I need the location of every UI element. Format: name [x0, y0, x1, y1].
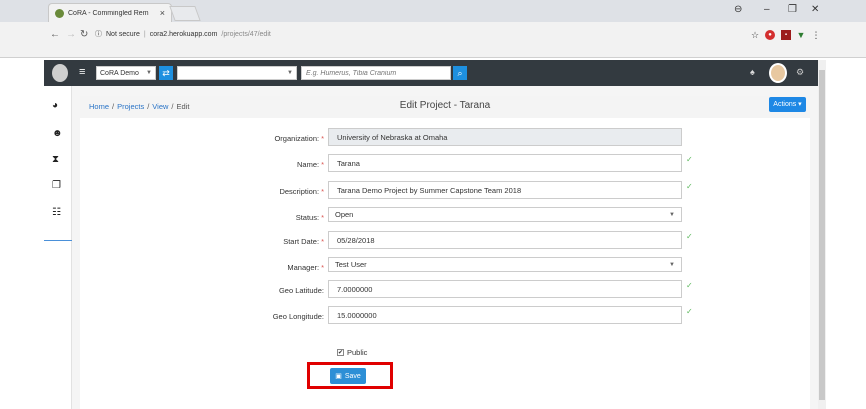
form-row-status: Status: * Open ▼	[80, 207, 810, 227]
start-date-label: Start Date: *	[283, 237, 324, 246]
rail-divider	[44, 240, 72, 241]
manager-select-value: Test User	[335, 260, 367, 269]
info-icon: ⓘ	[95, 31, 102, 38]
geo-longitude-input[interactable]: 15.0000000	[328, 306, 682, 324]
address-bar[interactable]: ⓘ Not secure | cora2.herokuapp.com/proje…	[95, 27, 745, 41]
url-host: cora2.herokuapp.com	[149, 30, 218, 38]
actions-button[interactable]: Actions ▾	[769, 97, 806, 112]
chevron-down-icon: ▼	[287, 70, 293, 76]
name-label: Name: *	[296, 160, 324, 169]
category-select[interactable]: ▼	[177, 66, 297, 80]
form-row-start-date: Start Date: * 05/28/2018 ✓	[80, 231, 810, 251]
not-secure-label: Not secure	[106, 30, 140, 38]
floppy-disk-icon: ▣	[335, 373, 342, 380]
chevron-down-icon: ▼	[146, 70, 152, 76]
copy-icon[interactable]: ❐	[52, 180, 61, 191]
description-input[interactable]: Tarana Demo Project by Summer Capstone T…	[328, 181, 682, 199]
chevron-down-icon: ▼	[669, 261, 675, 268]
manager-label: Manager: *	[287, 263, 324, 272]
swap-icon[interactable]: ⇄	[159, 66, 173, 80]
vue-extension-icon[interactable]: ▼	[796, 30, 806, 40]
browser-tab[interactable]: CoRA - Commingled Rem ×	[48, 3, 172, 22]
form-row-name: Name: * Tarana ✓	[80, 154, 810, 174]
form-row-geo-longitude: Geo Longitude: 15.0000000 ✓	[80, 306, 810, 326]
project-select[interactable]: CoRA Demo ▼	[96, 66, 156, 80]
hourglass-icon[interactable]: ⧗	[52, 154, 59, 165]
adblock-extension-icon[interactable]: ●	[765, 30, 775, 40]
status-select-value: Open	[335, 210, 354, 219]
dashboard-icon[interactable]: ◕	[52, 100, 58, 111]
edit-project-card: Home / Projects / View / Edit Edit Proje…	[80, 96, 810, 409]
bell-icon[interactable]: ♠	[750, 67, 755, 77]
form-row-manager: Manager: * Test User ▼	[80, 257, 810, 277]
geo-latitude-label: Geo Latitude:	[278, 286, 324, 295]
status-select[interactable]: Open ▼	[328, 207, 682, 222]
project-select-value: CoRA Demo	[100, 69, 139, 77]
page-header: Home / Projects / View / Edit Edit Proje…	[80, 96, 810, 118]
geo-longitude-label: Geo Longitude:	[272, 312, 324, 321]
skull-icon[interactable]: ☻	[52, 128, 63, 139]
browser-toolbar: ← → ↻ ⓘ Not secure | cora2.herokuapp.com…	[0, 22, 866, 58]
browser-tabstrip: CoRA - Commingled Rem × ⊖ – ❐ ✕	[0, 0, 866, 22]
url-path: /projects/47/edit	[221, 30, 271, 38]
browser-menu-icon[interactable]: ⋮	[811, 30, 821, 40]
gears-icon[interactable]: ⚙	[796, 67, 804, 78]
description-label: Description: *	[279, 187, 324, 196]
status-label: Status: *	[295, 213, 324, 222]
forward-arrow-icon[interactable]: →	[66, 29, 76, 40]
public-checkbox[interactable]: ✔	[337, 349, 344, 356]
valid-check-icon: ✓	[686, 232, 693, 241]
page-title: Edit Project - Tarana	[399, 100, 491, 111]
main-content: Home / Projects / View / Edit Edit Proje…	[72, 86, 818, 409]
users-icon[interactable]: ☷	[52, 207, 61, 218]
page-scrollbar[interactable]	[818, 60, 826, 409]
close-window-button[interactable]: ✕	[811, 4, 819, 15]
reload-icon[interactable]: ↻	[80, 29, 88, 40]
public-checkbox-row[interactable]: ✔ Public	[337, 348, 367, 357]
save-button[interactable]: ▣ Save	[330, 368, 366, 384]
sidebar-rail: ◕ ☻ ⧗ ❐ ☷	[44, 86, 72, 409]
bookmark-star-icon[interactable]: ☆	[750, 30, 760, 40]
account-icon[interactable]: ⊖	[734, 4, 742, 15]
manager-select[interactable]: Test User ▼	[328, 257, 682, 272]
valid-check-icon: ✓	[686, 307, 693, 316]
valid-check-icon: ✓	[686, 182, 693, 191]
chevron-down-icon: ▼	[669, 211, 675, 218]
url-separator: |	[143, 30, 146, 38]
valid-check-icon: ✓	[686, 155, 693, 164]
geo-latitude-input[interactable]: 7.0000000	[328, 280, 682, 298]
search-icon[interactable]: ⌕	[453, 66, 467, 80]
cora-skull-logo-icon[interactable]	[52, 64, 68, 82]
form-row-description: Description: * Tarana Demo Project by Sum…	[80, 181, 810, 201]
organization-field: University of Nebraska at Omaha	[328, 128, 682, 146]
tab-close-icon[interactable]: ×	[160, 8, 165, 18]
minimize-button[interactable]: –	[764, 4, 770, 15]
restore-button[interactable]: ❐	[788, 4, 797, 15]
form-row-geo-latitude: Geo Latitude: 7.0000000 ✓	[80, 280, 810, 300]
site-favicon-icon	[55, 8, 64, 18]
hamburger-menu-icon[interactable]: ≡	[79, 66, 85, 78]
tab-title: CoRA - Commingled Rem	[68, 9, 149, 17]
scrollbar-thumb[interactable]	[819, 70, 825, 400]
app-navbar: ≡ CoRA Demo ▼ ⇄ ▼ ⌕ ♠ ⚙	[44, 60, 820, 86]
public-label: Public	[347, 348, 368, 357]
pdf-extension-icon[interactable]: ▪	[781, 30, 791, 40]
back-arrow-icon[interactable]: ←	[50, 29, 60, 40]
new-tab-button[interactable]	[169, 6, 201, 21]
form-row-organization: Organization: * University of Nebraska at…	[80, 128, 810, 148]
user-avatar[interactable]	[769, 63, 787, 83]
organization-label: Organization: *	[274, 134, 324, 143]
start-date-input[interactable]: 05/28/2018	[328, 231, 682, 249]
name-input[interactable]: Tarana	[328, 154, 682, 172]
save-label: Save	[344, 372, 361, 380]
valid-check-icon: ✓	[686, 281, 693, 290]
search-input[interactable]	[301, 66, 451, 80]
